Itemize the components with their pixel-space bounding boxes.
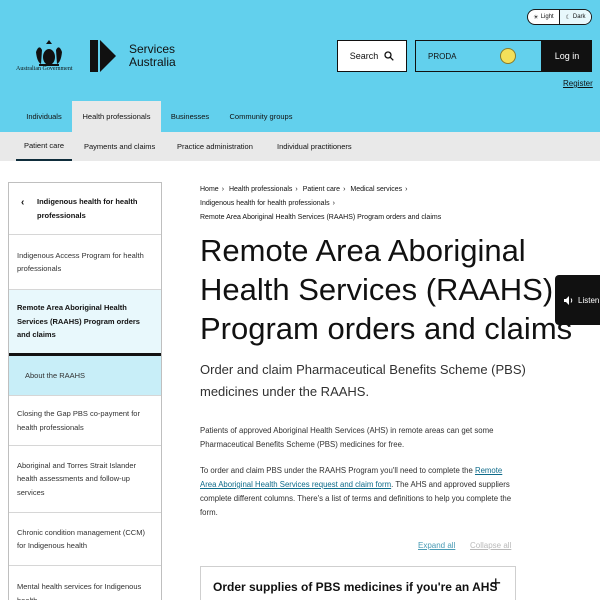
chevron-right-icon: ›: [332, 200, 335, 207]
plus-icon: +: [490, 573, 501, 593]
accordion-title: Order supplies of PBS medicines if you'r…: [213, 580, 498, 594]
cursor-highlight-icon: [500, 48, 516, 64]
services-australia-logo-icon[interactable]: [90, 40, 120, 72]
sidebar-item-ccm[interactable]: Chronic condition management (CCM) for I…: [9, 513, 161, 566]
breadcrumb-current: Remote Area Aboriginal Health Services (…: [200, 214, 442, 221]
subnav-individual-practitioners[interactable]: Individual practitioners: [277, 132, 352, 161]
theme-dark-option[interactable]: ☾ Dark: [559, 10, 591, 24]
collapse-all-link[interactable]: Collapse all: [470, 541, 511, 550]
register-link[interactable]: Register: [563, 79, 593, 88]
theme-light-label: Light: [540, 14, 554, 20]
government-label: Australian Government: [16, 66, 73, 72]
expand-all-link[interactable]: Expand all: [418, 541, 455, 550]
chevron-right-icon: ›: [405, 186, 408, 193]
brand-name[interactable]: Services Australia: [129, 43, 176, 69]
sidebar-item-closing-the-gap[interactable]: Closing the Gap PBS co-payment for healt…: [9, 396, 161, 446]
page-title-line-3: Program orders and claims: [200, 311, 573, 346]
form-paragraph-text: To order and claim PBS under the RAAHS P…: [200, 466, 475, 475]
listen-widget[interactable]: Listen: [555, 275, 600, 325]
subnav-practice-administration[interactable]: Practice administration: [177, 132, 253, 161]
chevron-right-icon: ›: [295, 186, 298, 193]
nav-health-professionals[interactable]: Health professionals: [72, 101, 161, 132]
nav-community-groups[interactable]: Community groups: [219, 101, 303, 132]
page-title: Remote Area Aboriginal Health Services (…: [200, 231, 590, 348]
sidebar-item-about-raahs[interactable]: About the RAAHS: [9, 356, 161, 396]
section-sidebar: ‹ Indigenous health for health professio…: [8, 182, 162, 600]
sidebar-back-link[interactable]: ‹ Indigenous health for health professio…: [9, 183, 161, 235]
login-button[interactable]: Log in: [542, 40, 592, 72]
form-paragraph: To order and claim PBS under the RAAHS P…: [200, 464, 520, 520]
chevron-right-icon: ›: [343, 186, 346, 193]
intro-paragraph: Patients of approved Aboriginal Health S…: [200, 426, 494, 449]
sidebar-back-label: Indigenous health for health professiona…: [37, 197, 138, 220]
brand-line-2: Australia: [129, 55, 176, 69]
accordion-order-supplies[interactable]: Order supplies of PBS medicines if you'r…: [200, 566, 516, 600]
breadcrumb-indigenous-health[interactable]: Indigenous health for health professiona…: [200, 200, 330, 207]
search-icon: [384, 51, 395, 61]
theme-toggle[interactable]: ☀ Light ☾ Dark: [527, 9, 592, 25]
chevron-left-icon: ‹: [21, 197, 25, 208]
listen-label: Listen: [578, 295, 600, 305]
speaker-icon: [564, 295, 573, 305]
search-label: Search: [349, 51, 379, 61]
page-title-line-2: Health Services (RAAHS): [200, 272, 554, 307]
subnav-payments-and-claims[interactable]: Payments and claims: [84, 132, 155, 161]
chevron-right-icon: ›: [221, 186, 225, 193]
proda-button[interactable]: PRODA: [415, 40, 542, 72]
sun-icon: ☀: [533, 14, 539, 21]
breadcrumb-medical-services[interactable]: Medical services: [350, 186, 402, 193]
lead-paragraph: Order and claim Pharmaceutical Benefits …: [200, 362, 526, 399]
nav-businesses[interactable]: Businesses: [161, 101, 219, 132]
nav-individuals[interactable]: Individuals: [16, 101, 72, 132]
breadcrumb-patient-care[interactable]: Patient care: [303, 186, 340, 193]
breadcrumb-health-professionals[interactable]: Health professionals: [229, 186, 292, 193]
page-title-line-1: Remote Area Aboriginal: [200, 233, 526, 268]
subnav-patient-care[interactable]: Patient care: [16, 132, 73, 161]
theme-dark-label: Dark: [572, 14, 586, 20]
moon-icon: ☾: [565, 14, 571, 21]
theme-light-option[interactable]: ☀ Light: [528, 10, 559, 24]
breadcrumb: Home › Health professionals › Patient care…: [200, 183, 490, 225]
sidebar-item-mental-health[interactable]: Mental health services for Indigenous he…: [9, 566, 161, 600]
sidebar-item-health-assessments[interactable]: Aboriginal and Torres Strait Islander he…: [9, 446, 161, 513]
search-button[interactable]: Search: [337, 40, 407, 72]
sidebar-item-indigenous-access[interactable]: Indigenous Access Program for health pro…: [9, 235, 161, 290]
sidebar-item-raahs-current[interactable]: Remote Area Aboriginal Health Services (…: [9, 290, 161, 356]
breadcrumb-home[interactable]: Home: [200, 186, 219, 193]
proda-label: PRODA: [428, 51, 457, 61]
